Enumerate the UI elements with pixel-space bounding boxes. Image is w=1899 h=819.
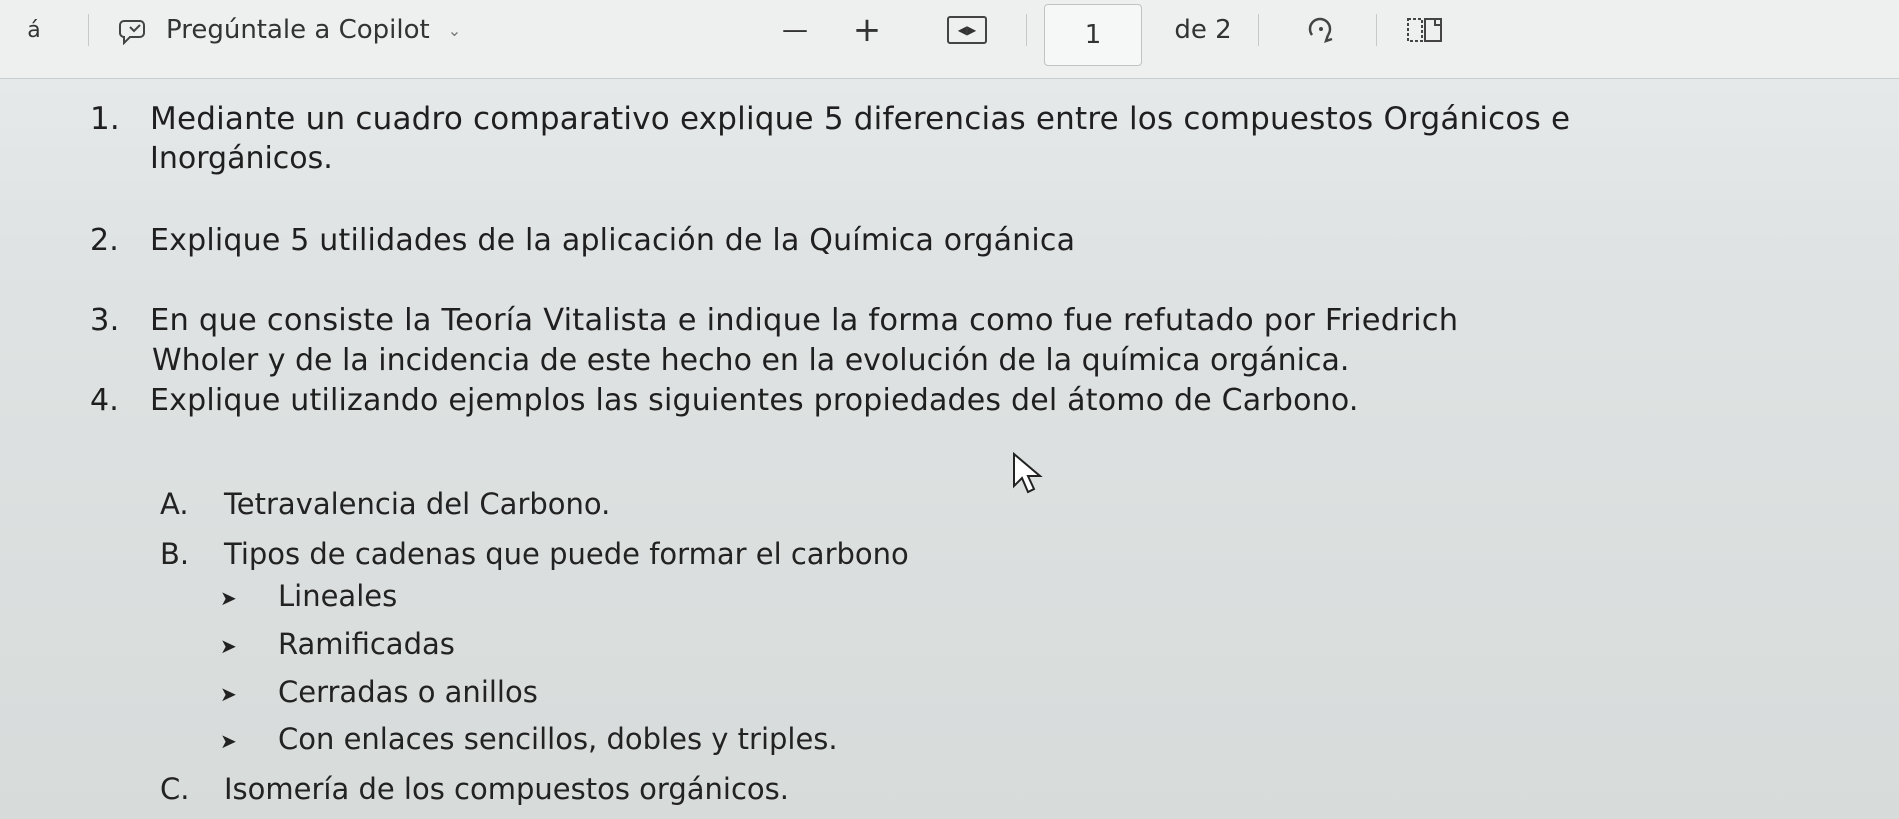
arrow-bullet-icon: ➤: [220, 729, 237, 753]
copilot-label: Pregúntale a Copilot: [166, 15, 430, 45]
page-count: de 2: [1168, 12, 1238, 48]
question-number: 3.: [90, 303, 120, 338]
zoom-out-button[interactable]: —: [770, 12, 820, 48]
question-item: 1. Mediante un cuadro comparativo expliqu…: [90, 99, 1570, 139]
subitem: A. Tetravalencia del Carbono.: [160, 484, 610, 524]
bullet-item: ➤ Con enlaces sencillos, dobles y triples…: [220, 719, 838, 761]
toolbar-divider: [1258, 14, 1259, 46]
zoom-in-label: +: [852, 10, 882, 50]
page-number-input[interactable]: 1: [1044, 4, 1142, 66]
two-page-view-icon: [1405, 15, 1445, 45]
page-view-button[interactable]: [1400, 12, 1450, 48]
chevron-down-icon: ⌄: [447, 20, 462, 40]
question-item: 4. Explique utilizando ejemplos las sigui…: [90, 381, 1359, 421]
question-item: 2. Explique 5 utilidades de la aplicación…: [90, 221, 1075, 261]
subitem: B. Tipos de cadenas que puede formar el c…: [160, 534, 909, 574]
question-text-continued: Wholer y de la incidencia de este hecho …: [152, 343, 1350, 378]
question-text-continued: Inorgánicos.: [150, 141, 333, 176]
question-text: Explique 5 utilidades de la aplicación d…: [150, 223, 1076, 258]
arrow-bullet-icon: ➤: [220, 682, 237, 706]
question-text: En que consiste la Teoría Vitalista e in…: [150, 303, 1459, 338]
bullet-item: ➤ Lineales: [220, 576, 397, 618]
ask-copilot-button[interactable]: Pregúntale a Copilot ⌄: [118, 12, 548, 48]
bullet-item: ➤ Ramificadas: [220, 624, 455, 666]
copilot-icon: [118, 15, 152, 46]
question-item: 3. En que consiste la Teoría Vitalista e …: [90, 301, 1458, 341]
bullet-text: Cerradas o anillos: [278, 675, 538, 709]
fit-page-button[interactable]: ◀▶: [942, 12, 992, 48]
page-number-value: 1: [1084, 20, 1102, 50]
toolbar-divider: [1026, 14, 1027, 46]
subitem-text: Isomería de los compuestos orgánicos.: [224, 772, 789, 806]
subitem-letter: B.: [160, 537, 190, 571]
subitem: C. Isomería de los compuestos orgánicos.: [160, 769, 789, 809]
question-number: 1.: [90, 101, 120, 137]
question-number: 4.: [90, 383, 120, 418]
draw-label: á: [27, 17, 41, 43]
zoom-in-button[interactable]: +: [842, 10, 892, 50]
toolbar-divider: [1376, 14, 1377, 46]
draw-button[interactable]: á: [4, 12, 64, 48]
question-text: Explique utilizando ejemplos las siguien…: [150, 383, 1359, 418]
subitem-text: Tetravalencia del Carbono.: [224, 487, 611, 521]
bullet-item: ➤ Cerradas o anillos: [220, 672, 538, 714]
bullet-text: Con enlaces sencillos, dobles y triples.: [278, 722, 838, 756]
mouse-pointer-icon: [1012, 451, 1046, 496]
question-number: 2.: [90, 223, 120, 258]
document-page: 1. Mediante un cuadro comparativo expliqu…: [0, 79, 1899, 819]
subitem-letter: A.: [160, 487, 189, 521]
subitem-letter: C.: [160, 772, 190, 806]
arrow-bullet-icon: ➤: [220, 634, 237, 658]
subitem-text: Tipos de cadenas que puede formar el car…: [224, 537, 909, 571]
toolbar-divider: [88, 14, 89, 46]
fit-width-icon: ◀▶: [947, 16, 987, 44]
pdf-toolbar: á Pregúntale a Copilot ⌄ — + ◀▶ 1 de 2: [0, 0, 1899, 79]
bullet-text: Ramificadas: [278, 627, 455, 661]
rotate-icon: [1304, 13, 1338, 47]
question-text: Mediante un cuadro comparativo explique …: [150, 101, 1571, 137]
rotate-button[interactable]: [1296, 12, 1346, 48]
zoom-out-label: —: [782, 15, 808, 45]
page-count-label: de 2: [1174, 15, 1232, 45]
bullet-text: Lineales: [278, 579, 398, 613]
arrow-bullet-icon: ➤: [220, 586, 237, 610]
